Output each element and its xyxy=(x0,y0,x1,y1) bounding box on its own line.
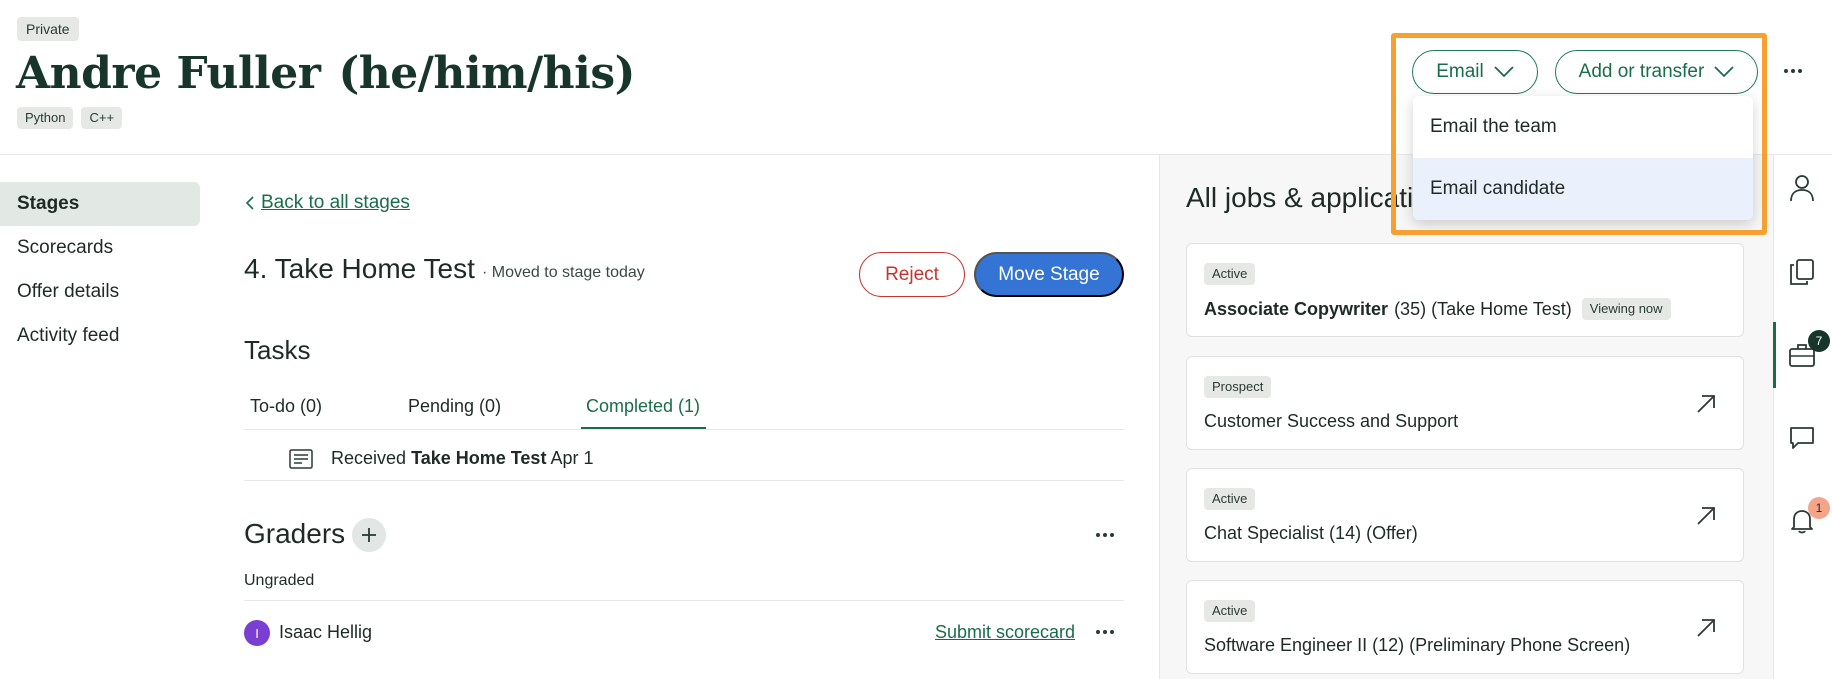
task-date: Apr 1 xyxy=(550,448,594,468)
stage-title: 4. Take Home Test xyxy=(244,253,475,284)
private-badge: Private xyxy=(17,17,79,41)
move-stage-button[interactable]: Move Stage xyxy=(974,252,1124,297)
arrow-up-right-icon[interactable] xyxy=(1695,505,1717,527)
chevron-down-icon xyxy=(1494,66,1514,78)
viewing-now-badge: Viewing now xyxy=(1581,298,1671,320)
tab-pending[interactable]: Pending (0) xyxy=(408,396,501,417)
job-card[interactable]: Active Software Engineer II (12) (Prelim… xyxy=(1186,580,1744,674)
stage-subtitle: · Moved to stage today xyxy=(482,264,645,281)
jobs-count-badge: 7 xyxy=(1808,330,1830,352)
status-badge: Active xyxy=(1204,488,1256,510)
menu-item-email-team[interactable]: Email the team xyxy=(1413,96,1753,158)
candidate-tags: Python C++ xyxy=(17,107,123,129)
job-title: Software Engineer II (12) (Preliminary P… xyxy=(1204,635,1631,655)
tab-completed[interactable]: Completed (1) xyxy=(586,396,700,417)
tabs-divider xyxy=(244,429,1124,430)
tasks-heading: Tasks xyxy=(244,335,311,365)
job-title: Associate Copywriter xyxy=(1204,298,1389,319)
tag-python[interactable]: Python xyxy=(17,107,74,129)
email-dropdown-menu: Email the team Email candidate xyxy=(1413,96,1753,220)
task-row: Received Take Home Test Apr 1 xyxy=(289,448,594,469)
plus-icon xyxy=(362,528,376,542)
add-or-transfer-button[interactable]: Add or transfer xyxy=(1555,50,1758,94)
menu-item-email-candidate[interactable]: Email candidate xyxy=(1413,158,1753,220)
nav-item-stages[interactable]: Stages xyxy=(0,182,200,226)
more-options-icon[interactable] xyxy=(1780,58,1806,84)
status-badge: Active xyxy=(1204,600,1256,622)
ungraded-label: Ungraded xyxy=(244,572,315,589)
rail-active-indicator xyxy=(1773,322,1776,388)
job-card[interactable]: Prospect Customer Success and Support xyxy=(1186,356,1744,450)
candidate-pronouns: (he/him/his) xyxy=(338,48,635,99)
avatar: I xyxy=(244,620,270,646)
back-to-stages-link[interactable]: Back to all stages xyxy=(245,192,410,214)
status-badge: Active xyxy=(1204,263,1256,285)
chevron-left-icon xyxy=(245,196,254,210)
status-badge: Prospect xyxy=(1204,376,1272,398)
job-title: Customer Success and Support xyxy=(1204,411,1459,431)
task-divider xyxy=(244,480,1124,481)
job-title: Chat Specialist (14) (Offer) xyxy=(1204,523,1418,543)
graders-divider xyxy=(244,600,1124,601)
job-detail: (35) (Take Home Test) xyxy=(1394,298,1572,319)
graders-heading: Graders xyxy=(244,518,346,549)
nav-item-offer-details[interactable]: Offer details xyxy=(0,270,200,314)
nav-item-activity-feed[interactable]: Activity feed xyxy=(0,314,200,358)
right-rail xyxy=(1773,155,1832,679)
nav-item-scorecards[interactable]: Scorecards xyxy=(0,226,200,270)
tab-todo[interactable]: To-do (0) xyxy=(250,396,322,417)
arrow-up-right-icon[interactable] xyxy=(1695,393,1717,415)
notifications-count-badge: 1 xyxy=(1808,497,1830,519)
chat-icon[interactable] xyxy=(1787,423,1817,453)
document-icon xyxy=(289,448,313,469)
documents-icon[interactable] xyxy=(1787,257,1817,287)
profile-nav: Stages Scorecards Offer details Activity… xyxy=(0,182,200,358)
add-grader-button[interactable] xyxy=(352,518,386,552)
reject-button[interactable]: Reject xyxy=(859,252,965,297)
job-card[interactable]: Active Chat Specialist (14) (Offer) xyxy=(1186,468,1744,562)
grader-name: Isaac Hellig xyxy=(279,622,373,642)
email-button[interactable]: Email xyxy=(1412,50,1538,94)
chevron-down-icon xyxy=(1714,66,1734,78)
tag-cpp[interactable]: C++ xyxy=(81,107,123,129)
task-item-name: Take Home Test xyxy=(411,448,547,468)
grader-more-icon[interactable] xyxy=(1092,622,1118,642)
candidate-name: Andre Fuller (he/him/his) xyxy=(16,48,635,99)
person-icon[interactable] xyxy=(1787,173,1817,203)
arrow-up-right-icon[interactable] xyxy=(1695,617,1717,639)
submit-scorecard-link[interactable]: Submit scorecard xyxy=(935,622,1075,643)
job-card[interactable]: Active Associate Copywriter (35) (Take H… xyxy=(1186,243,1744,337)
graders-more-icon[interactable] xyxy=(1092,525,1118,545)
